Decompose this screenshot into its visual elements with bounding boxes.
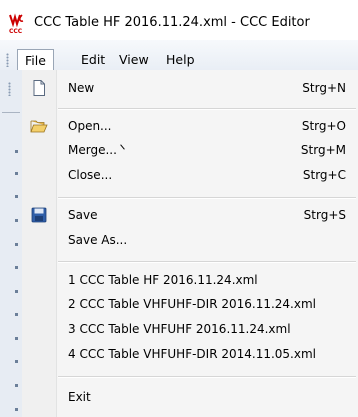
row-marker (15, 266, 18, 269)
menu-item-label: Open... (68, 119, 112, 133)
menu-item-close[interactable]: Close... Strg+C (22, 164, 358, 186)
row-marker (15, 337, 18, 340)
menu-file[interactable]: File (17, 49, 54, 72)
shortcut-label: Strg+O (301, 119, 346, 133)
menu-edit[interactable]: Edit (74, 49, 112, 71)
menu-view[interactable]: View (112, 49, 156, 71)
row-marker (15, 313, 18, 316)
row-marker (15, 360, 18, 363)
shortcut-label: Strg+C (302, 168, 346, 182)
ccc-logo-icon: CCC (9, 13, 24, 35)
menu-item-recent-file-1[interactable]: 1 CCC Table HF 2016.11.24.xml (22, 269, 358, 291)
menu-separator (58, 108, 356, 110)
menu-item-recent-file-2[interactable]: 2 CCC Table VHFUHF-DIR 2016.11.24.xml (22, 293, 358, 315)
row-marker (15, 290, 18, 293)
shortcut-label: Strg+M (300, 143, 346, 157)
menu-separator (58, 261, 356, 263)
menu-item-label: New (68, 81, 95, 95)
menu-separator (58, 376, 356, 378)
menu-item-merge[interactable]: Merge... Strg+M (22, 139, 358, 161)
shortcut-label: Strg+N (302, 81, 346, 95)
new-document-icon (33, 80, 45, 96)
toolbar-grip-icon[interactable] (6, 53, 9, 67)
row-marker (15, 219, 18, 222)
background-toolbar-strip (0, 70, 22, 417)
menu-item-label: 1 CCC Table HF 2016.11.24.xml (68, 273, 258, 287)
row-marker (15, 195, 18, 198)
menu-item-save-as[interactable]: Save As... (22, 229, 358, 251)
menu-item-label: 3 CCC Table VHFUHF 2016.11.24.xml (68, 322, 291, 336)
menu-item-exit[interactable]: Exit (22, 386, 358, 408)
menu-item-new[interactable]: New Strg+N (22, 77, 358, 99)
menu-item-label: Exit (68, 390, 91, 404)
toolbar-grip-icon[interactable] (8, 82, 11, 96)
menu-item-recent-file-4[interactable]: 4 CCC Table VHFUHF-DIR 2014.11.05.xml (22, 343, 358, 365)
row-marker (15, 384, 18, 387)
menu-item-label: 2 CCC Table VHFUHF-DIR 2016.11.24.xml (68, 297, 316, 311)
row-marker (15, 150, 18, 153)
menu-item-label: Close... (68, 168, 113, 182)
menu-item-label: Merge... (68, 143, 117, 157)
title-bar: CCC CCC Table HF 2016.11.24.xml - CCC Ed… (0, 0, 358, 40)
menu-separator (58, 197, 356, 199)
window-title: CCC Table HF 2016.11.24.xml - CCC Editor (34, 15, 310, 30)
row-marker (15, 172, 18, 175)
row-marker (15, 408, 18, 411)
menu-item-open[interactable]: Open... Strg+O (22, 115, 358, 137)
strip-divider (2, 112, 20, 113)
svg-text:CCC: CCC (9, 28, 23, 35)
open-folder-icon (30, 120, 48, 133)
row-marker (15, 243, 18, 246)
menu-item-label: 4 CCC Table VHFUHF-DIR 2014.11.05.xml (68, 347, 316, 361)
menu-item-save[interactable]: Save Strg+S (22, 204, 358, 226)
menu-item-label: Save As... (68, 233, 128, 247)
menu-item-recent-file-3[interactable]: 3 CCC Table VHFUHF 2016.11.24.xml (22, 318, 358, 340)
menu-item-label: Save (68, 208, 98, 222)
menu-help[interactable]: Help (159, 49, 202, 71)
shortcut-label: Strg+S (303, 208, 346, 222)
save-disk-icon (31, 207, 47, 223)
